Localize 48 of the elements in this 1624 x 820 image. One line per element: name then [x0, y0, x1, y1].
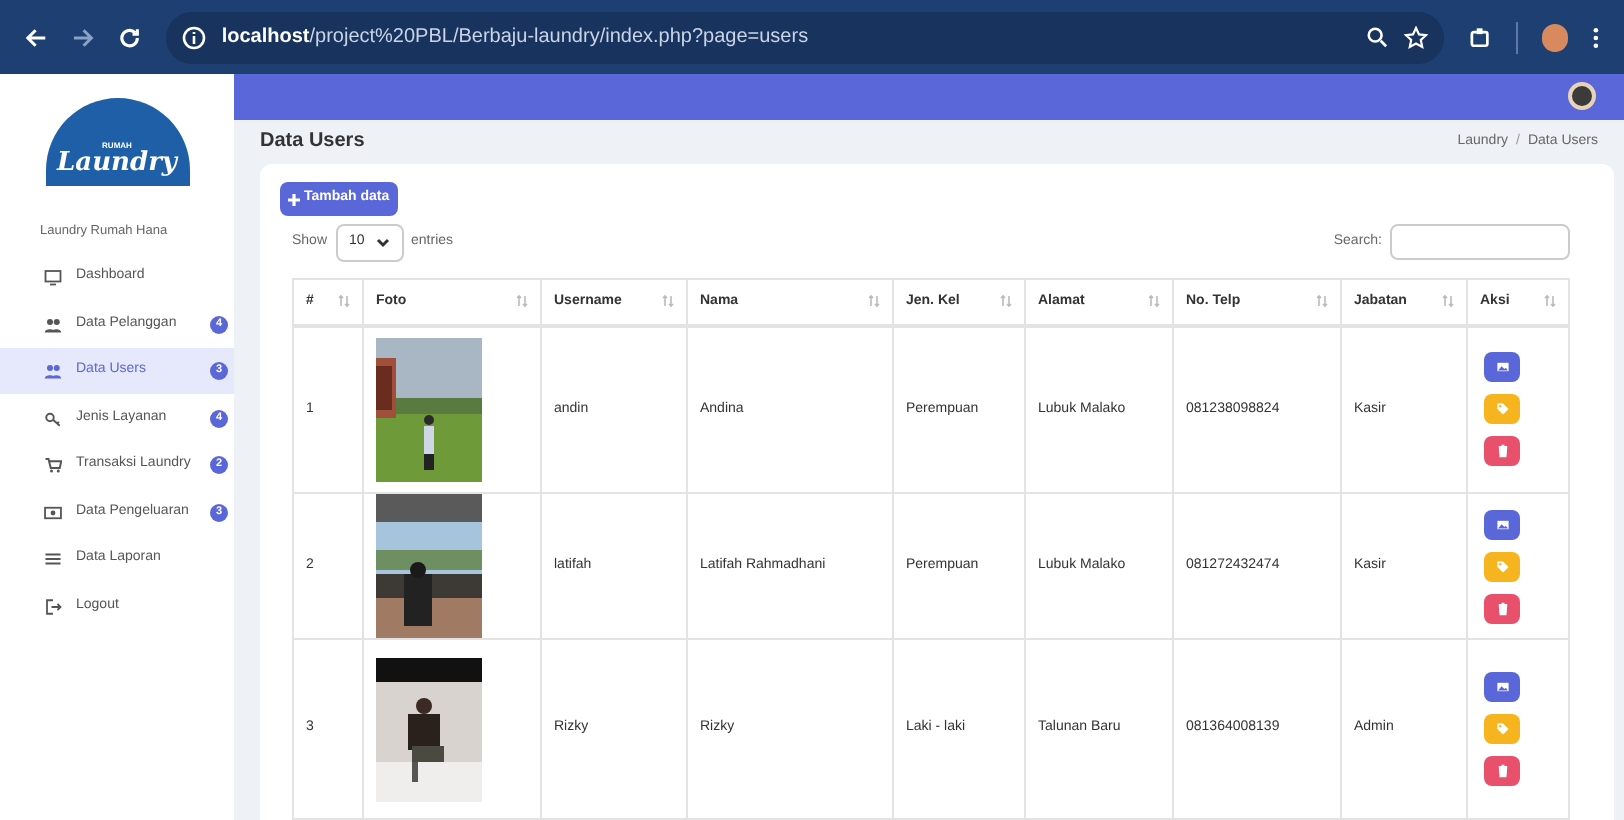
sort-icon	[1316, 294, 1328, 309]
sort-icon	[1000, 294, 1012, 309]
view-image-button[interactable]	[1484, 509, 1520, 539]
url-text: localhost/project%20PBL/Berbaju-laundry/index.php?page=users	[221, 24, 809, 52]
profile-avatar[interactable]	[1541, 23, 1569, 51]
menu-icon[interactable]	[1592, 25, 1600, 49]
zoom-icon[interactable]	[1366, 26, 1388, 48]
cart-icon	[44, 456, 62, 474]
tag-icon	[1495, 722, 1509, 736]
address-bar[interactable]: localhost/project%20PBL/Berbaju-laundry/index.php?page=users	[165, 11, 1444, 63]
delete-button[interactable]	[1484, 593, 1520, 623]
tag-icon	[1495, 402, 1509, 417]
sort-icon	[1442, 294, 1454, 309]
search-field[interactable]	[1390, 224, 1570, 260]
info-icon	[181, 25, 206, 49]
sort-icon	[1544, 294, 1556, 309]
sort-icon	[1148, 294, 1160, 309]
image-icon	[1495, 680, 1509, 694]
view-image-button[interactable]	[1484, 672, 1520, 702]
extension-icon[interactable]	[1468, 25, 1492, 49]
people-icon	[44, 362, 62, 380]
page-title: Data Users	[260, 128, 365, 157]
star-icon[interactable]	[1404, 25, 1428, 49]
key-icon	[44, 409, 62, 427]
chevron-icon	[375, 237, 390, 247]
trash-icon	[1495, 764, 1509, 778]
banknote-icon	[44, 503, 62, 521]
sort-icon	[662, 294, 674, 309]
reload-icon[interactable]	[118, 25, 142, 49]
view-image-button[interactable]	[1484, 352, 1520, 383]
list-icon	[44, 550, 62, 568]
sort-icon	[516, 294, 528, 309]
image-icon	[1495, 517, 1509, 531]
trash-icon	[1495, 444, 1509, 459]
trash-icon	[1495, 601, 1509, 615]
sort-icon	[338, 294, 350, 309]
sort-icon	[868, 294, 880, 309]
plus-icon	[288, 193, 300, 205]
logout-icon	[44, 597, 62, 615]
forward-icon[interactable]	[71, 25, 95, 49]
delete-button[interactable]	[1484, 756, 1520, 786]
image-icon	[1495, 360, 1509, 375]
delete-button[interactable]	[1484, 436, 1520, 467]
back-icon[interactable]	[24, 25, 48, 49]
user-avatar[interactable]	[1568, 82, 1596, 111]
tag-icon	[1495, 559, 1509, 573]
people-icon	[44, 315, 62, 333]
monitor-icon	[44, 268, 62, 286]
